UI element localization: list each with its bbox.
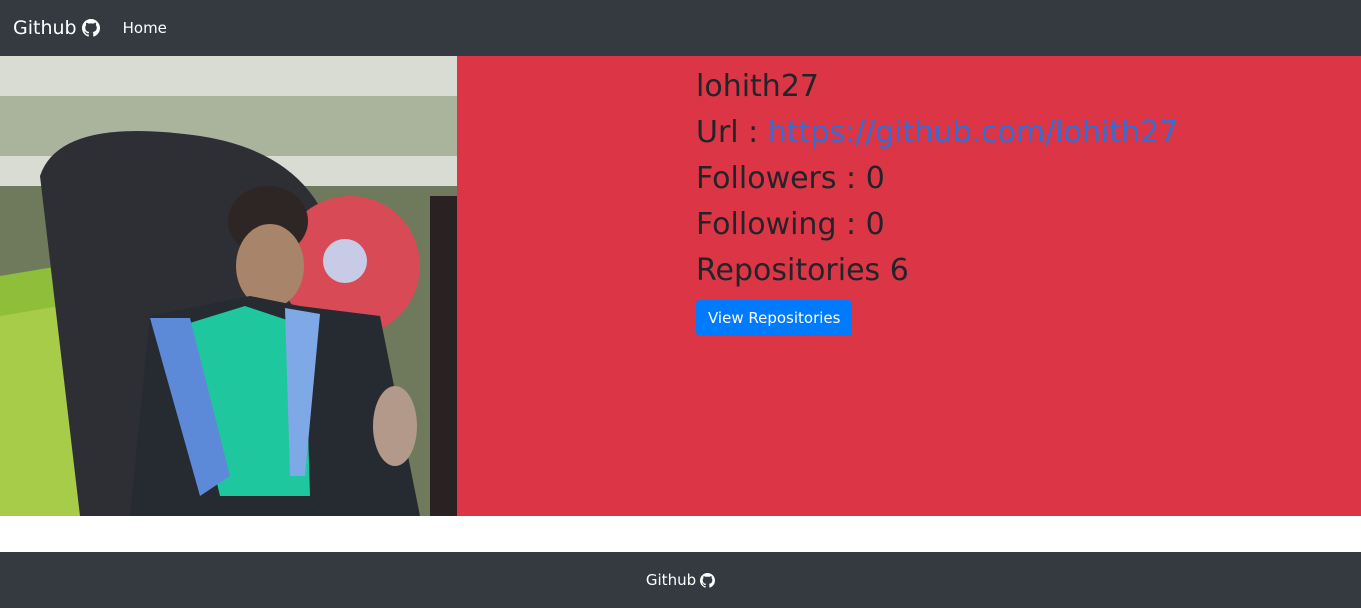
nav-home-link[interactable]: Home xyxy=(123,19,167,37)
repositories-count: Repositories 6 xyxy=(696,253,909,288)
github-icon xyxy=(81,19,100,37)
footer-label: Github xyxy=(645,571,697,589)
profile-card: lohith27 Url : https://github.com/lohith… xyxy=(0,56,1361,516)
url-label: Url : xyxy=(696,115,759,150)
brand-link[interactable]: Github xyxy=(13,17,100,39)
footer: Github xyxy=(0,552,1361,608)
github-icon xyxy=(700,572,716,588)
navbar: Github Home xyxy=(0,0,1361,56)
avatar xyxy=(0,56,457,516)
view-repositories-button[interactable]: View Repositories xyxy=(696,300,853,336)
profile-info: lohith27 Url : https://github.com/lohith… xyxy=(696,64,1178,336)
avatar-image xyxy=(0,56,457,516)
username: lohith27 xyxy=(696,69,819,104)
url-row: Url : https://github.com/lohith27 xyxy=(696,110,1178,156)
brand-label: Github xyxy=(13,17,77,39)
profile-url-link[interactable]: https://github.com/lohith27 xyxy=(768,115,1178,150)
following-count: Following : 0 xyxy=(696,207,885,242)
followers-count: Followers : 0 xyxy=(696,161,885,196)
